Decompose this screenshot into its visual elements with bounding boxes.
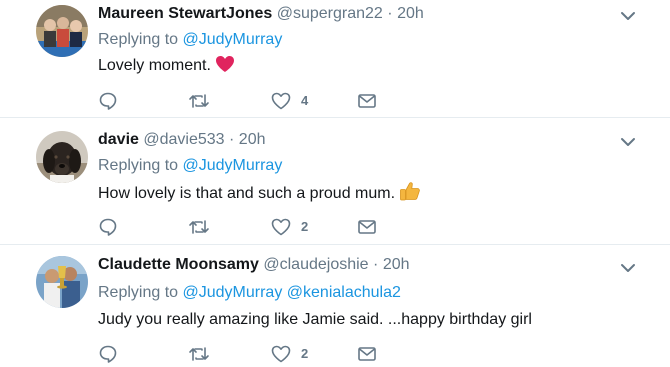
avatar[interactable]: [36, 131, 88, 183]
chevron-down-icon[interactable]: [619, 9, 637, 23]
like-count: 4: [301, 93, 309, 108]
separator-dot: ·: [373, 256, 379, 273]
reply-tweet[interactable]: Maureen StewartJones @supergran22 · 20h …: [0, 0, 670, 118]
reply-tweet[interactable]: Claudette Moonsamy @claudejoshie · 20h R…: [0, 245, 670, 363]
tweet-header: Maureen StewartJones @supergran22 · 20h: [98, 3, 424, 25]
tweet-text-content: How lovely is that and such a proud mum.: [98, 185, 396, 202]
thumbs-up-icon: [399, 181, 421, 208]
avatar[interactable]: [36, 5, 88, 57]
reply-icon: [98, 217, 118, 237]
reply-tweet[interactable]: davie @davie533 · 20h Replying to @JudyM…: [0, 118, 670, 245]
tweet-text: Judy you really amazing like Jamie said.…: [98, 309, 532, 331]
reply-icon: [98, 91, 118, 111]
mention-link[interactable]: @JudyMurray: [183, 284, 283, 301]
reply-button[interactable]: [98, 343, 118, 365]
mention-link[interactable]: @kenialachula2: [287, 284, 401, 301]
tweet-header: davie @davie533 · 20h: [98, 129, 266, 151]
message-button[interactable]: [357, 90, 377, 112]
reply-icon: [98, 344, 118, 364]
tweet-text-content: Judy you really amazing like Jamie said.…: [98, 311, 532, 328]
tweet-header: Claudette Moonsamy @claudejoshie · 20h: [98, 254, 410, 276]
retweet-button[interactable]: [188, 216, 210, 238]
message-icon: [357, 218, 377, 236]
tweet-text-content: Lovely moment.: [98, 57, 211, 74]
like-button[interactable]: 4: [271, 90, 308, 112]
replying-prefix: Replying to: [98, 31, 179, 48]
separator-dot: ·: [387, 5, 393, 22]
mention-link[interactable]: @JudyMurray: [183, 31, 283, 48]
tweet-actions: 2: [98, 216, 398, 240]
chevron-down-icon[interactable]: [619, 135, 637, 149]
replying-prefix: Replying to: [98, 157, 179, 174]
message-button[interactable]: [357, 216, 377, 238]
timestamp[interactable]: 20h: [239, 131, 266, 148]
like-icon: [271, 218, 291, 236]
mention-link[interactable]: @JudyMurray: [183, 157, 283, 174]
user-handle[interactable]: @supergran22: [277, 5, 383, 22]
avatar[interactable]: [36, 256, 88, 308]
like-icon: [271, 345, 291, 363]
retweet-icon: [188, 344, 210, 364]
separator-dot: ·: [229, 131, 235, 148]
message-icon: [357, 92, 377, 110]
chevron-down-icon[interactable]: [619, 261, 637, 275]
reply-button[interactable]: [98, 216, 118, 238]
replying-prefix: Replying to: [98, 284, 179, 301]
like-button[interactable]: 2: [271, 216, 308, 238]
replying-to: Replying to @JudyMurray: [98, 155, 282, 177]
retweet-button[interactable]: [188, 90, 210, 112]
retweet-icon: [188, 91, 210, 111]
timestamp[interactable]: 20h: [397, 5, 424, 22]
timestamp[interactable]: 20h: [383, 256, 410, 273]
retweet-icon: [188, 217, 210, 237]
tweet-text: How lovely is that and such a proud mum.: [98, 181, 421, 208]
heart-icon: [215, 55, 235, 80]
replying-to: Replying to @JudyMurray @kenialachula2: [98, 282, 401, 304]
reply-button[interactable]: [98, 90, 118, 112]
tweet-text: Lovely moment.: [98, 55, 235, 80]
tweet-actions: 4: [98, 90, 398, 114]
user-handle[interactable]: @davie533: [143, 131, 224, 148]
display-name[interactable]: Maureen StewartJones: [98, 5, 272, 22]
retweet-button[interactable]: [188, 343, 210, 365]
message-icon: [357, 345, 377, 363]
display-name[interactable]: davie: [98, 131, 139, 148]
tweet-actions: 2: [98, 343, 398, 367]
like-icon: [271, 92, 291, 110]
like-count: 2: [301, 219, 309, 234]
like-button[interactable]: 2: [271, 343, 308, 365]
display-name[interactable]: Claudette Moonsamy: [98, 256, 259, 273]
replying-to: Replying to @JudyMurray: [98, 29, 282, 51]
user-handle[interactable]: @claudejoshie: [263, 256, 368, 273]
message-button[interactable]: [357, 343, 377, 365]
